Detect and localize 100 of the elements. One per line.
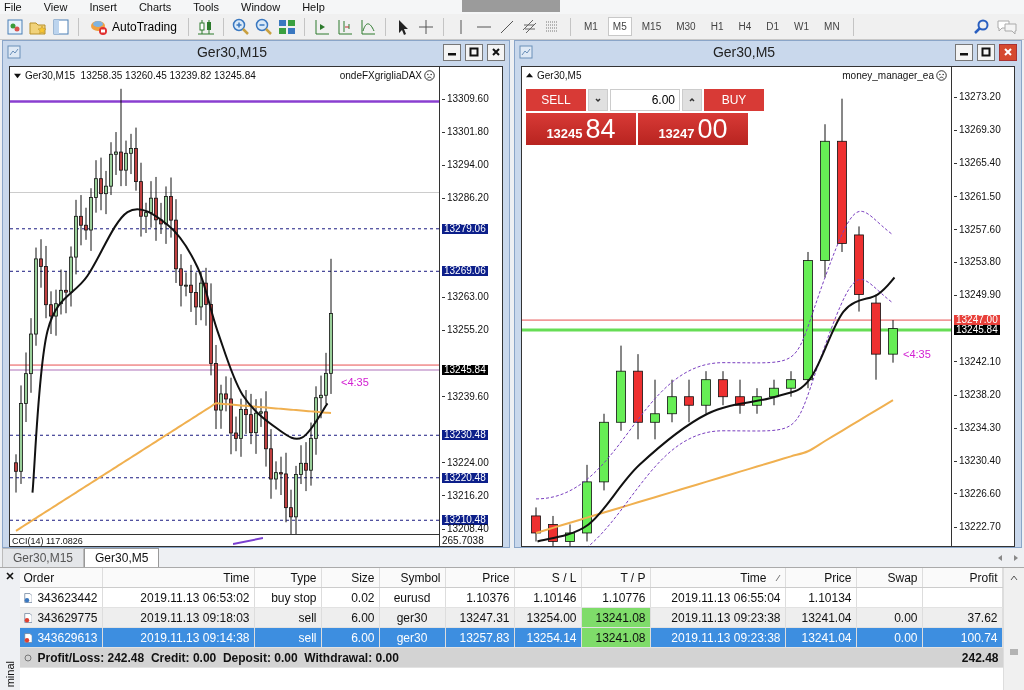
- table-cell: ger30: [396, 610, 428, 625]
- column-header[interactable]: Price: [445, 568, 515, 587]
- order-row[interactable]: 343629613 2019.11.13 09:14:38 sell 6.00 ger30 13257.83 13254.14 13241.08 2019.11.13 09:23:38 13241.04 0.00 100.74: [19, 628, 1003, 648]
- sell-order-icon: [23, 630, 33, 645]
- timeframe-button[interactable]: W1: [789, 17, 815, 36]
- navigator-icon[interactable]: [52, 17, 70, 36]
- menu-item[interactable]: Window: [241, 1, 281, 13]
- column-header[interactable]: Symbol: [379, 568, 446, 587]
- collapse-icon[interactable]: [14, 72, 21, 79]
- buy-price-panel[interactable]: 13247 00: [638, 113, 748, 145]
- minimize-button[interactable]: [955, 43, 973, 61]
- autotrading-button[interactable]: AutoTrading: [87, 16, 180, 37]
- expand-icon[interactable]: [526, 72, 533, 79]
- minimize-button[interactable]: [443, 43, 461, 61]
- table-cell: 2019.11.13 06:55:04: [671, 590, 781, 605]
- sell-price-pips: 84: [585, 114, 616, 144]
- table-cell: 13247.31: [459, 610, 510, 625]
- buy-button[interactable]: BUY: [704, 89, 764, 111]
- terminal-label[interactable]: minal: [3, 660, 16, 690]
- sell-order-icon: [23, 610, 33, 625]
- table-cell: 13257.83: [459, 630, 510, 645]
- menu-item[interactable]: Insert: [89, 1, 117, 13]
- table-cell: 343629613: [37, 630, 98, 645]
- timeframe-button[interactable]: D1: [761, 17, 785, 36]
- scrollbar[interactable]: [1002, 568, 1024, 690]
- table-cell: 13254.14: [526, 630, 577, 645]
- timeframe-button[interactable]: H4: [733, 17, 757, 36]
- price-label: 13222.70: [954, 522, 1003, 532]
- price-label: 13245.84: [954, 324, 1000, 335]
- timeframe-button[interactable]: M15: [636, 17, 667, 36]
- bar-countdown: <4:35: [903, 348, 931, 361]
- maximize-button[interactable]: [465, 43, 483, 61]
- timeframe-button[interactable]: MN: [819, 17, 845, 36]
- candle: [786, 370, 796, 398]
- pending-order-icon: [23, 590, 33, 605]
- column-header[interactable]: Order: [19, 568, 103, 587]
- menu-item[interactable]: Tools: [193, 1, 219, 13]
- scroll-left-icon[interactable]: [996, 554, 1004, 562]
- zoom-in-icon[interactable]: [231, 17, 250, 36]
- price-label: 13230.40: [954, 456, 1003, 467]
- lot-size-field[interactable]: 6.00: [610, 89, 680, 111]
- sell-price-panel[interactable]: 13245 84: [526, 113, 636, 145]
- table-cell: 2019.11.13 09:23:38: [671, 630, 781, 645]
- chart-tab[interactable]: Ger30,M15: [2, 548, 85, 567]
- equidistant-channel-icon[interactable]: [520, 17, 539, 36]
- scroll-right-icon[interactable]: [1012, 554, 1020, 562]
- lot-increase-button[interactable]: [682, 89, 702, 111]
- menu-item[interactable]: View: [43, 1, 68, 13]
- maximize-button[interactable]: [977, 43, 995, 61]
- table-cell: 0.00: [894, 630, 918, 645]
- scroll-grip-icon[interactable]: [1008, 647, 1019, 657]
- table-cell: sell: [298, 630, 317, 645]
- tile-windows-icon[interactable]: [277, 17, 296, 36]
- chevron-down-icon: [593, 95, 603, 105]
- chart-window-icon: [519, 45, 533, 59]
- close-icon: [1003, 47, 1013, 57]
- zoom-out-icon[interactable]: [254, 17, 273, 36]
- column-header[interactable]: S / L: [514, 568, 582, 587]
- column-header[interactable]: Price: [785, 568, 857, 587]
- close-button[interactable]: [487, 43, 505, 61]
- column-header[interactable]: Swap: [856, 568, 923, 587]
- column-header[interactable]: Time: [650, 568, 786, 587]
- column-header[interactable]: Time: [102, 568, 255, 587]
- timeframe-button[interactable]: M5: [607, 17, 632, 36]
- table-cell: 13254.00: [526, 610, 577, 625]
- column-header[interactable]: T / P: [581, 568, 651, 587]
- indicator-label: CCI(14) 117.0826: [12, 535, 83, 546]
- indicator-scale-label: 265.7038: [442, 535, 484, 546]
- table-cell: 2019.11.13 06:53:02: [140, 590, 250, 605]
- lot-decrease-button[interactable]: [588, 89, 608, 111]
- close-icon[interactable]: [5, 572, 14, 580]
- table-cell: 2019.11.13 09:23:38: [671, 610, 781, 625]
- new-chart-icon[interactable]: [6, 17, 24, 36]
- price-label: 13257.60: [954, 224, 1003, 235]
- timeframe-button[interactable]: H1: [705, 17, 729, 36]
- close-button[interactable]: [999, 43, 1017, 61]
- menu-item[interactable]: Help: [302, 1, 325, 13]
- table-cell: 13241.08: [595, 630, 646, 645]
- order-row[interactable]: 343629775 2019.11.13 09:18:03 sell 6.00 ger30 13247.31 13254.00 13241.08 2019.11.13 09:23:38 13241.04 0.00 37.62: [19, 608, 1003, 628]
- autoscroll-icon[interactable]: [335, 17, 354, 36]
- candle: [650, 379, 660, 440]
- search-icon[interactable]: [973, 17, 991, 36]
- column-header[interactable]: Profit: [922, 568, 1003, 587]
- indicator-icon[interactable]: [358, 17, 377, 36]
- chart-shift-icon[interactable]: [312, 17, 331, 36]
- column-header[interactable]: Size: [321, 568, 380, 587]
- menu-item[interactable]: File: [4, 1, 22, 13]
- scroll-up-icon[interactable]: [1009, 574, 1018, 582]
- chart-tab[interactable]: Ger30,M5: [84, 548, 160, 567]
- sell-button[interactable]: SELL: [526, 89, 586, 111]
- timeframe-button[interactable]: M30: [671, 17, 701, 36]
- column-header[interactable]: Type: [254, 568, 322, 587]
- candlestick-icon[interactable]: [196, 17, 215, 36]
- menu-item[interactable]: Charts: [138, 1, 172, 13]
- price-label: 13249.90: [954, 290, 1003, 301]
- expert-name: money_manager_ea: [842, 70, 934, 81]
- candle: [752, 387, 762, 415]
- timeframe-button[interactable]: M1: [578, 17, 603, 36]
- candle: [531, 506, 541, 542]
- table-cell: 1.10146: [533, 590, 577, 605]
